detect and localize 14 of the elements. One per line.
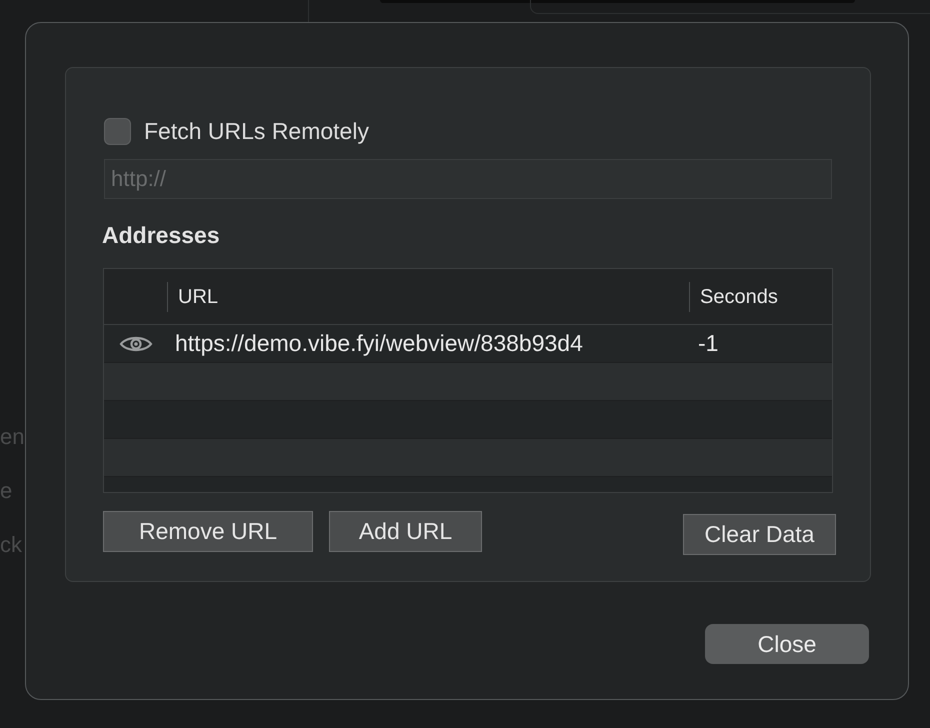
url-field[interactable]: http:// — [104, 159, 832, 199]
checkbox-label: Fetch URLs Remotely — [144, 117, 369, 146]
table-row[interactable] — [104, 439, 832, 477]
section-title: Addresses — [102, 221, 220, 250]
close-button[interactable]: Close — [705, 624, 869, 664]
url-cell-text: https://demo.vibe.fyi/webview/838b93d4 — [174, 329, 584, 358]
column-header[interactable]: URL — [178, 282, 218, 312]
add-url-button[interactable]: Add URL — [329, 511, 482, 552]
checkbox[interactable] — [104, 118, 131, 145]
clear-data-button[interactable]: Clear Data — [683, 514, 836, 555]
table-row[interactable] — [104, 363, 832, 401]
remove-url-button[interactable]: Remove URL — [103, 511, 313, 552]
seconds-cell-text: -1 — [697, 329, 718, 358]
column-header[interactable]: Seconds — [700, 282, 778, 312]
